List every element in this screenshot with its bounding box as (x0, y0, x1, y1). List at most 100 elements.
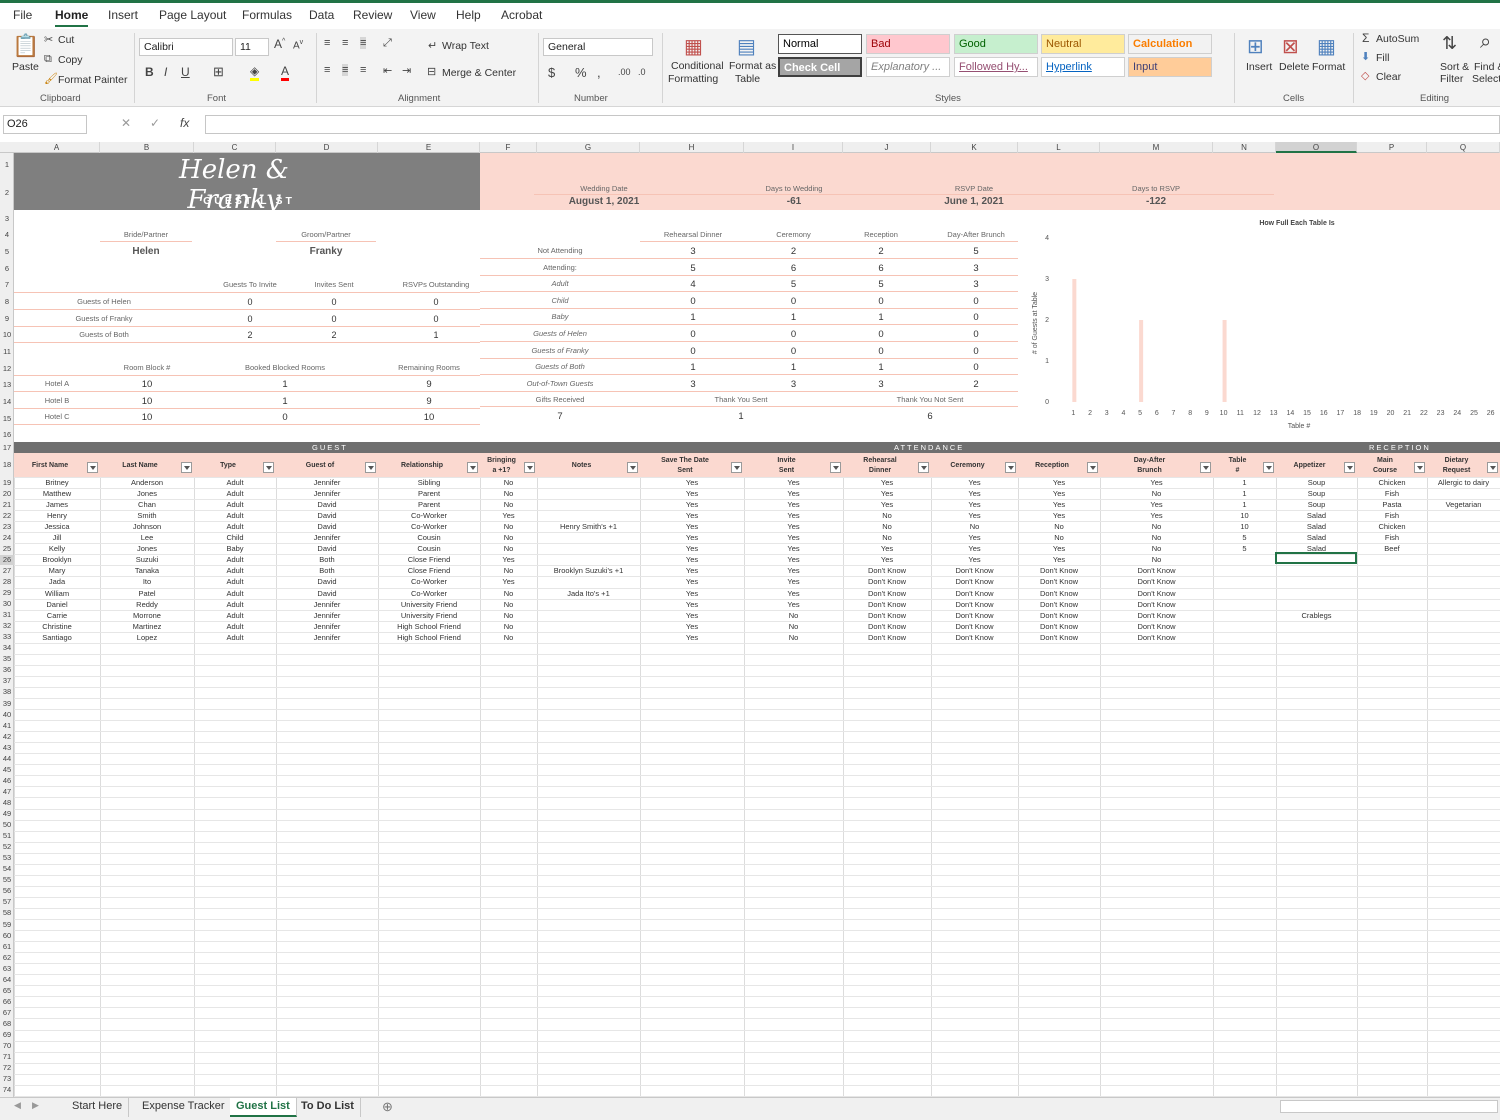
guest-cell[interactable]: Adult (194, 478, 276, 488)
guest-cell[interactable]: Morrone (100, 611, 194, 621)
column-header-a[interactable]: A (14, 142, 100, 153)
guest-cell[interactable]: Martinez (100, 622, 194, 632)
row-header[interactable]: 10 (0, 330, 14, 340)
row-header[interactable]: 14 (0, 397, 14, 407)
guest-cell[interactable]: Yes (640, 544, 744, 554)
guest-cell[interactable]: Don't Know (843, 589, 931, 599)
orientation-icon[interactable]: ⤢ (383, 37, 392, 50)
guest-cell[interactable]: Adult (194, 555, 276, 565)
row-header[interactable]: 47 (0, 787, 14, 797)
row-header[interactable]: 74 (0, 1085, 14, 1095)
guest-cell[interactable]: Don't Know (931, 622, 1018, 632)
guest-cell[interactable]: Don't Know (1018, 589, 1100, 599)
guest-cell[interactable]: Yes (931, 489, 1018, 499)
tab-page-layout[interactable]: Page Layout (159, 8, 226, 22)
guest-cell[interactable]: Close Friend (378, 555, 480, 565)
guest-cell[interactable]: Yes (1018, 500, 1100, 510)
guest-cell[interactable]: No (480, 622, 537, 632)
format-painter-button[interactable]: Format Painter (58, 74, 127, 86)
row-header[interactable]: 73 (0, 1074, 14, 1084)
column-header-k[interactable]: K (931, 142, 1018, 153)
guest-cell[interactable]: Yes (744, 533, 843, 543)
guest-cell[interactable]: Don't Know (843, 566, 931, 576)
guest-cell[interactable]: David (276, 511, 378, 521)
row-header[interactable]: 17 (0, 443, 14, 453)
filter-dropdown-icon[interactable] (731, 462, 742, 473)
sort-filter-label-2[interactable]: Filter (1440, 73, 1463, 85)
filter-dropdown-icon[interactable] (1200, 462, 1211, 473)
merge-center-icon[interactable]: ⊟ (427, 65, 436, 78)
guest-cell[interactable]: No (480, 600, 537, 610)
row-header[interactable]: 67 (0, 1008, 14, 1018)
percent-icon[interactable]: % (575, 65, 587, 80)
paste-button[interactable]: Paste (12, 61, 39, 73)
guest-cell[interactable]: Don't Know (931, 633, 1018, 643)
row-header[interactable]: 9 (0, 314, 14, 324)
guest-cell[interactable]: Don't Know (931, 611, 1018, 621)
conditional-formatting-label-2[interactable]: Formatting (668, 73, 718, 85)
guest-cell[interactable]: Don't Know (1018, 566, 1100, 576)
cell-style-hyperlink[interactable]: Hyperlink (1041, 57, 1125, 77)
guest-cell[interactable]: 10 (1213, 511, 1276, 521)
find-select-icon[interactable]: ⌕ (1480, 31, 1491, 54)
guest-cell[interactable]: Yes (640, 566, 744, 576)
filter-dropdown-icon[interactable] (627, 462, 638, 473)
guest-cell[interactable]: Adult (194, 511, 276, 521)
guest-cell[interactable]: Yes (744, 566, 843, 576)
filter-dropdown-icon[interactable] (365, 462, 376, 473)
row-header[interactable]: 40 (0, 710, 14, 720)
guest-cell[interactable]: Yes (1100, 511, 1213, 521)
guest-cell[interactable]: Pasta (1357, 500, 1427, 510)
guest-cell[interactable]: Jones (100, 544, 194, 554)
name-box[interactable]: O26 (3, 115, 87, 134)
guest-cell[interactable]: Yes (1100, 500, 1213, 510)
guest-cell[interactable]: Don't Know (843, 577, 931, 587)
row-header[interactable]: 49 (0, 809, 14, 819)
row-header[interactable]: 72 (0, 1063, 14, 1073)
format-cells-icon[interactable]: ▦ (1317, 34, 1336, 59)
filter-dropdown-icon[interactable] (181, 462, 192, 473)
cell-style-followed-hy[interactable]: Followed Hy... (954, 57, 1038, 77)
guest-cell[interactable]: Cousin (378, 544, 480, 554)
guest-cell[interactable]: Jennifer (276, 633, 378, 643)
tab-home[interactable]: Home (55, 8, 89, 27)
guest-cell[interactable]: Jennifer (276, 600, 378, 610)
underline-icon[interactable]: U (181, 65, 190, 79)
selected-cell[interactable] (1275, 552, 1357, 564)
guest-cell[interactable]: Chicken (1357, 522, 1427, 532)
guest-cell[interactable]: Cousin (378, 533, 480, 543)
guest-cell[interactable]: Yes (640, 600, 744, 610)
row-header[interactable]: 26 (0, 554, 14, 565)
row-header[interactable]: 60 (0, 931, 14, 941)
guest-cell[interactable]: 10 (1213, 522, 1276, 532)
align-middle-icon[interactable]: ≡ (342, 37, 348, 49)
guest-cell[interactable]: Adult (194, 566, 276, 576)
sheet-tab-to-do-list[interactable]: To Do List (295, 1098, 361, 1117)
row-header[interactable]: 48 (0, 798, 14, 808)
conditional-formatting-icon[interactable]: ▦ (684, 34, 703, 59)
autosum-icon[interactable]: Σ (1362, 31, 1369, 45)
row-header[interactable]: 61 (0, 942, 14, 952)
row-header[interactable]: 54 (0, 864, 14, 874)
guest-cell[interactable]: Britney (14, 478, 100, 488)
guest-cell[interactable]: No (480, 611, 537, 621)
guest-cell[interactable]: Yes (931, 555, 1018, 565)
row-header[interactable]: 7 (0, 280, 14, 290)
guest-cell[interactable]: Sibling (378, 478, 480, 488)
guest-cell[interactable]: Yes (843, 478, 931, 488)
guest-cell[interactable]: Reddy (100, 600, 194, 610)
guest-cell[interactable]: Don't Know (843, 622, 931, 632)
fill-icon[interactable]: ⬇ (1361, 50, 1370, 63)
row-header[interactable]: 53 (0, 853, 14, 863)
column-header-d[interactable]: D (276, 142, 378, 153)
row-header[interactable]: 41 (0, 721, 14, 731)
tab-acrobat[interactable]: Acrobat (501, 8, 542, 22)
tab-data[interactable]: Data (309, 8, 334, 22)
column-header-e[interactable]: E (378, 142, 480, 153)
cell-style-good[interactable]: Good (954, 34, 1038, 54)
guest-cell[interactable]: Yes (640, 489, 744, 499)
row-header[interactable]: 18 (0, 460, 14, 470)
filter-dropdown-icon[interactable] (1005, 462, 1016, 473)
row-header[interactable]: 27 (0, 566, 14, 576)
guest-cell[interactable]: Yes (1018, 489, 1100, 499)
